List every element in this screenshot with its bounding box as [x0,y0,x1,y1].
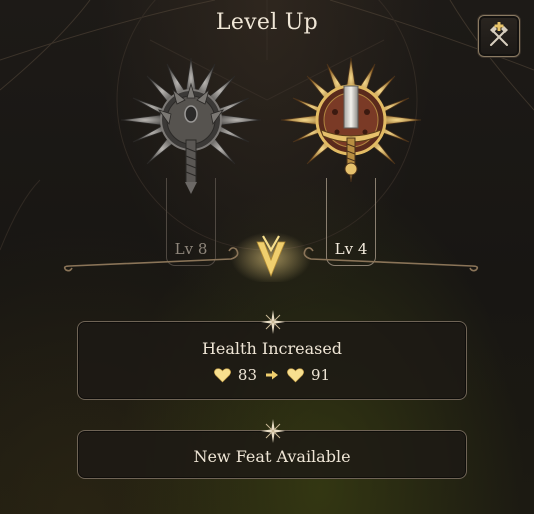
respec-tools-icon [490,22,508,46]
class-slot-mace[interactable]: Lv 8 [116,50,266,266]
panel-title: Health Increased [201,339,343,358]
panel-title: New Feat Available [193,447,351,466]
class-slot-sword[interactable]: Lv 4 [276,50,426,266]
sparkle-icon [261,310,285,334]
sparkle-icon [261,419,285,443]
respec-button[interactable] [478,15,520,57]
arrow-right-icon [266,370,278,380]
health-from-value: 83 [237,366,257,384]
heart-icon [213,367,231,382]
health-stat-row: 83 91 [78,366,466,384]
health-increased-panel: Health Increased 83 91 [77,310,467,400]
health-to-value: 91 [311,366,331,384]
new-feat-panel: New Feat Available [77,419,467,479]
page-title: Level Up [215,10,319,35]
section-divider [63,232,479,282]
heart-icon [287,367,304,382]
